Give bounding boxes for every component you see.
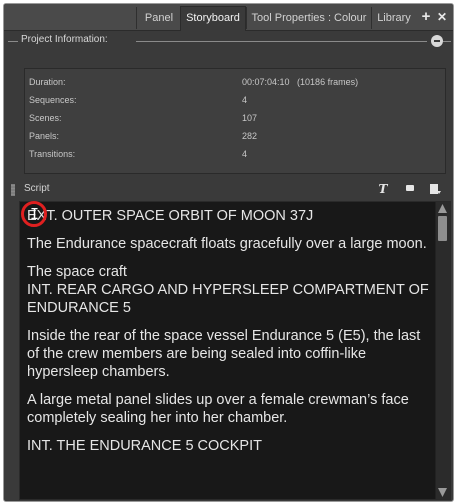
tab-panel[interactable]: Panel	[136, 7, 181, 29]
info-value: 4	[242, 95, 248, 105]
info-row-transitions: Transitions: 4	[29, 145, 441, 163]
script-paragraph: Inside the rear of the space vessel Endu…	[27, 328, 425, 380]
info-row-panels: Panels: 282	[29, 127, 441, 145]
drag-grip-icon[interactable]	[11, 184, 15, 196]
tab-storyboard[interactable]: Storyboard	[180, 6, 246, 31]
tab-library[interactable]: Library	[371, 7, 416, 29]
info-value: 4	[242, 149, 248, 159]
scroll-up-icon[interactable]	[438, 204, 447, 213]
info-value: 107	[242, 113, 258, 123]
info-label: Panels:	[29, 131, 60, 141]
info-row-scenes: Scenes: 107	[29, 109, 441, 127]
script-section-label: Script	[24, 183, 50, 194]
header-rule-right	[136, 41, 427, 42]
script-paragraph: A large metal panel slides up over a fem…	[27, 392, 413, 426]
vertical-scrollbar[interactable]	[435, 202, 450, 499]
tab-tool-properties-colour[interactable]: Tool Properties : Colour	[246, 7, 371, 29]
info-label: Transitions:	[29, 149, 76, 159]
scroll-down-icon[interactable]	[438, 488, 447, 497]
script-text[interactable]: EXT. OUTER SPACE ORBIT OF MOON 37J The E…	[27, 207, 431, 465]
collapse-section-icon[interactable]	[431, 35, 443, 47]
script-editor[interactable]: EXT. OUTER SPACE ORBIT OF MOON 37J The E…	[19, 201, 451, 500]
storyboard-panel-window: Panel Storyboard Tool Properties : Colou…	[3, 3, 454, 502]
info-label: Scenes:	[29, 113, 62, 123]
script-paragraph: The space craft INT. REAR CARGO AND HYPE…	[27, 264, 429, 316]
script-paragraph: EXT. OUTER SPACE ORBIT OF MOON 37J	[27, 208, 314, 224]
text-style-icon[interactable]: T	[376, 182, 390, 196]
info-value: 00:07:04:10 (10186 frames)	[242, 77, 359, 87]
close-tab-icon[interactable]: ✕	[435, 8, 449, 26]
info-row-duration: Duration: 00:07:04:10 (10186 frames)	[29, 73, 441, 91]
info-label: Duration:	[29, 77, 66, 87]
project-information-header: Project Information:	[4, 33, 453, 49]
tab-bar: Panel Storyboard Tool Properties : Colou…	[4, 4, 453, 31]
script-paragraph: The Endurance spacecraft floats graceful…	[27, 236, 427, 252]
script-paragraph: INT. THE ENDURANCE 5 COCKPIT	[27, 438, 262, 454]
project-information-title: Project Information:	[18, 34, 111, 45]
text-cursor-icon: I	[30, 205, 40, 223]
project-info-box: Duration: 00:07:04:10 (10186 frames) Seq…	[24, 68, 446, 174]
script-toolbar: Script T	[4, 179, 453, 201]
info-value: 282	[242, 131, 258, 141]
record-icon[interactable]	[403, 182, 417, 196]
scrollbar-thumb[interactable]	[438, 216, 447, 241]
header-rule-end	[443, 41, 451, 42]
export-icon[interactable]	[428, 182, 442, 196]
info-label: Sequences:	[29, 95, 77, 105]
info-row-sequences: Sequences: 4	[29, 91, 441, 109]
add-tab-icon[interactable]: +	[419, 8, 433, 26]
